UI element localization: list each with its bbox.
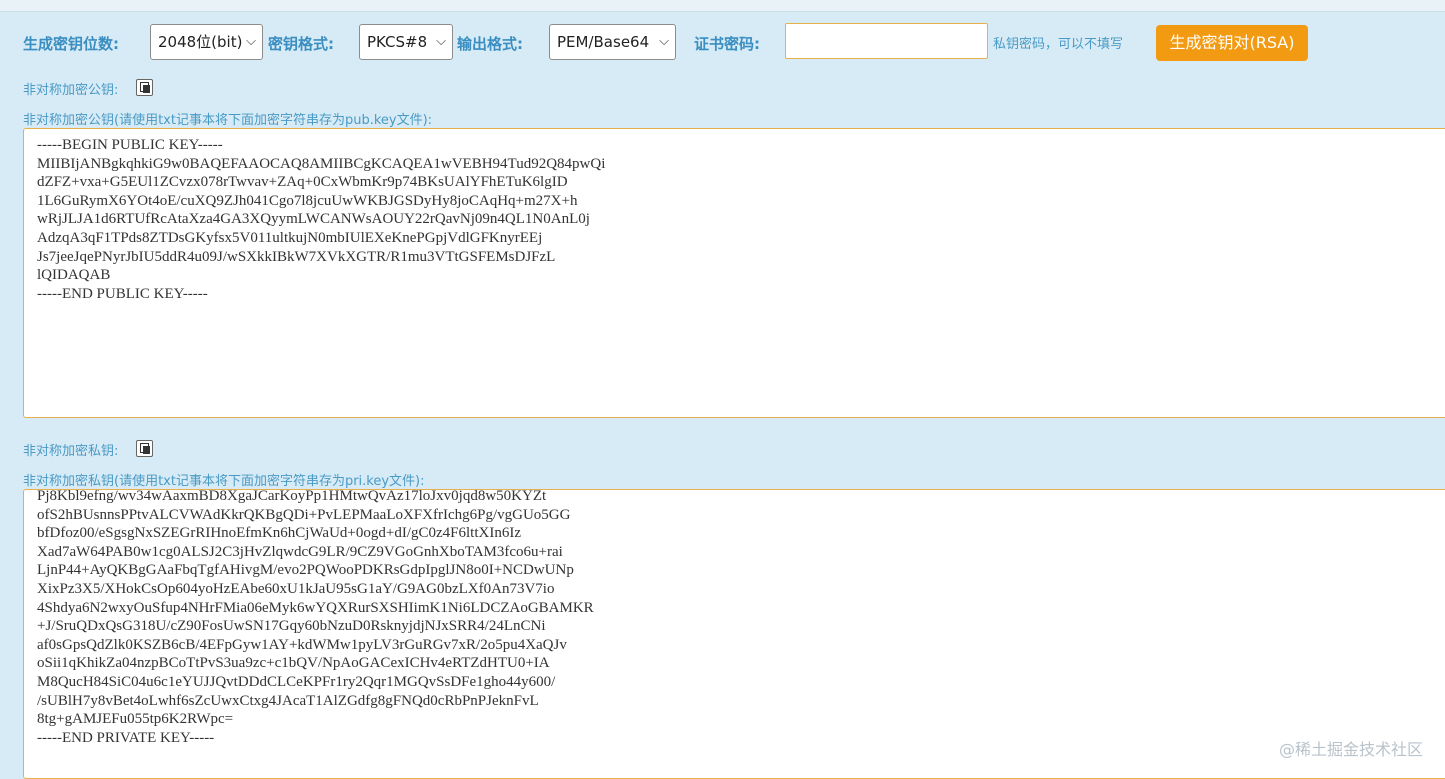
key-format-select[interactable]: PKCS#8 ⌵ <box>359 24 453 60</box>
chevron-down-icon: ⌵ <box>659 34 669 49</box>
private-key-section-label: 非对称加密私钥: <box>23 444 119 459</box>
key-format-label: 密钥格式: <box>268 35 334 53</box>
key-format-value: PKCS#8 <box>367 33 428 51</box>
public-key-text: -----BEGIN PUBLIC KEY----- MIIBIjANBgkqh… <box>37 137 606 302</box>
private-key-textarea-label: 非对称加密私钥(请使用txt记事本将下面加密字符串存为pri.key文件): <box>23 474 425 489</box>
output-format-select[interactable]: PEM/Base64 ⌵ <box>549 24 676 60</box>
top-divider <box>0 0 1445 12</box>
key-bits-label: 生成密钥位数: <box>23 35 119 53</box>
chevron-down-icon: ⌵ <box>246 34 256 49</box>
chevron-down-icon: ⌵ <box>436 34 446 49</box>
cert-password-input[interactable] <box>785 23 988 59</box>
private-key-text: Pj8Kbl9efng/wv34wAaxmBD8XgaJCarKoyPp1HMt… <box>37 489 594 746</box>
output-format-label: 输出格式: <box>457 35 523 53</box>
key-bits-value: 2048位(bit) <box>158 33 243 51</box>
public-key-textarea-label: 非对称加密公钥(请使用txt记事本将下面加密字符串存为pub.key文件): <box>23 113 433 128</box>
watermark: @稀土掘金技术社区 <box>1278 740 1423 759</box>
generate-key-pair-button[interactable]: 生成密钥对(RSA) <box>1156 25 1308 61</box>
public-key-textarea[interactable]: -----BEGIN PUBLIC KEY----- MIIBIjANBgkqh… <box>23 128 1445 418</box>
cert-password-label: 证书密码: <box>694 35 760 53</box>
cert-password-hint: 私钥密码，可以不填写 <box>993 37 1124 52</box>
copy-icon[interactable] <box>136 79 153 96</box>
output-format-value: PEM/Base64 <box>557 33 650 51</box>
key-bits-select[interactable]: 2048位(bit) ⌵ <box>150 24 263 60</box>
copy-icon[interactable] <box>136 440 153 457</box>
public-key-section-label: 非对称加密公钥: <box>23 83 119 98</box>
private-key-textarea[interactable]: Pj8Kbl9efng/wv34wAaxmBD8XgaJCarKoyPp1HMt… <box>23 489 1445 779</box>
